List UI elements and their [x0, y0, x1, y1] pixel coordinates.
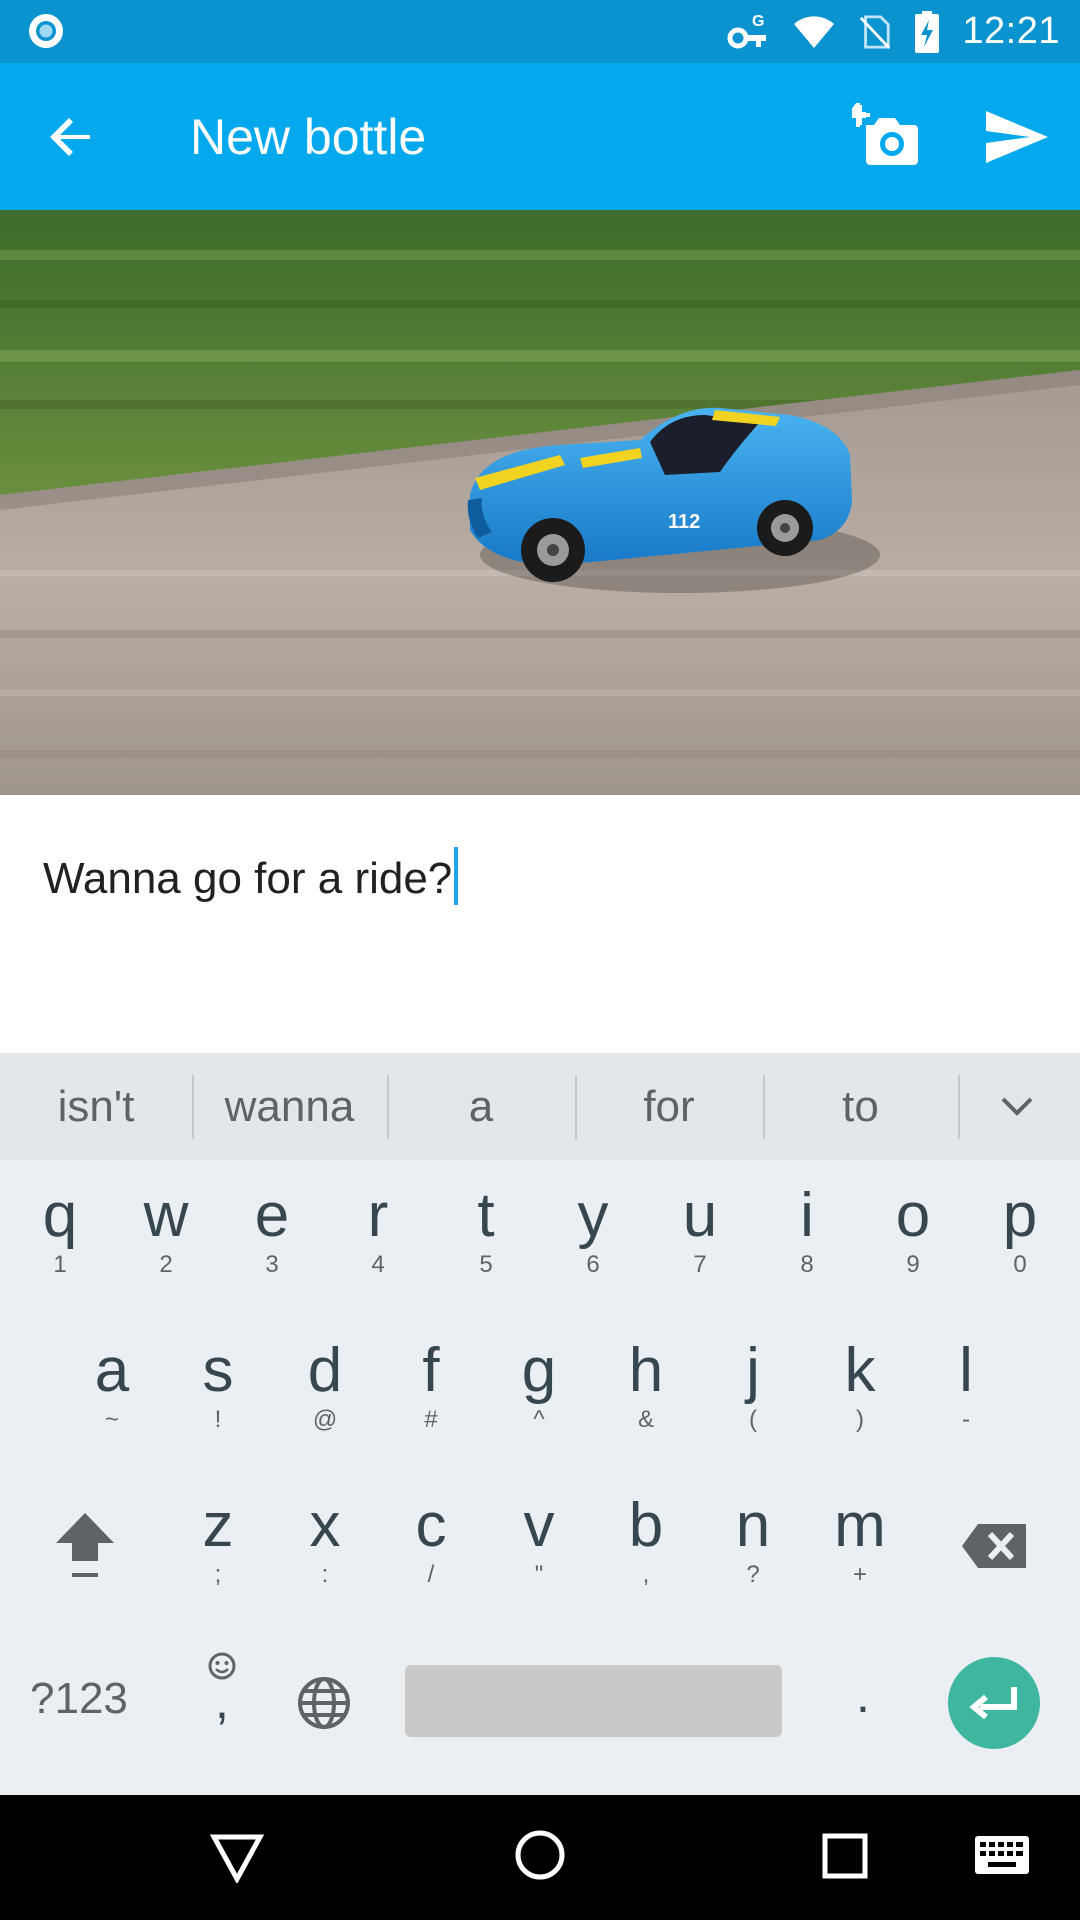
symbols-key[interactable]: ?123	[30, 1671, 128, 1727]
key-a[interactable]: a ~	[72, 1338, 152, 1434]
language-key[interactable]	[296, 1675, 352, 1731]
svg-text:G: G	[752, 13, 764, 30]
app-bar: New bottle	[0, 63, 1080, 210]
key-o[interactable]: o9	[873, 1183, 953, 1279]
comma-emoji-key[interactable]: ,	[200, 1651, 244, 1741]
key-x[interactable]: x:	[285, 1493, 365, 1589]
key-r[interactable]: r4	[338, 1183, 418, 1279]
key-i[interactable]: i8	[767, 1183, 847, 1279]
shift-icon	[56, 1513, 114, 1577]
battery-charging-icon	[915, 10, 940, 53]
soft-keyboard: isn't wanna a for to q1 w2 e3 r4 t5 y6 u…	[0, 1053, 1080, 1795]
key-p[interactable]: p0	[980, 1183, 1060, 1279]
message-text: Wanna go for a ride?	[43, 854, 453, 903]
key-j[interactable]: j(	[713, 1338, 793, 1434]
recents-square-icon[interactable]	[822, 1833, 868, 1879]
text-caret	[454, 847, 459, 905]
status-bar: G 12:21	[0, 0, 1080, 63]
suggestion-3[interactable]: a	[387, 1053, 575, 1160]
globe-icon	[298, 1677, 350, 1729]
key-q[interactable]: q1	[20, 1183, 100, 1279]
key-t[interactable]: t5	[446, 1183, 526, 1279]
add-a-photo-icon[interactable]	[852, 103, 922, 167]
period-key[interactable]: .	[848, 1665, 878, 1725]
key-z[interactable]: z;	[178, 1493, 258, 1589]
enter-arrow-icon	[969, 1687, 1017, 1720]
backspace-icon	[962, 1524, 1026, 1568]
back-triangle-icon[interactable]	[210, 1833, 264, 1883]
key-d[interactable]: d @	[285, 1338, 365, 1434]
page-title: New bottle	[190, 109, 427, 165]
key-s[interactable]: s!	[178, 1338, 258, 1434]
suggestion-5[interactable]: to	[763, 1053, 958, 1160]
key-u[interactable]: u7	[660, 1183, 740, 1279]
key-l[interactable]: l-	[926, 1338, 1006, 1434]
keyboard-icon[interactable]	[974, 1835, 1030, 1875]
arrow-back-icon[interactable]	[40, 105, 104, 169]
home-circle-icon[interactable]	[514, 1829, 566, 1881]
key-c[interactable]: c /	[391, 1493, 471, 1589]
key-b[interactable]: b,	[606, 1493, 686, 1589]
toy-car-photo: 112	[0, 210, 1080, 795]
wifi-icon	[794, 15, 835, 48]
clock: 12:21	[962, 10, 1060, 52]
no-sim-icon	[860, 14, 891, 49]
chrome-notification-icon	[29, 14, 63, 48]
key-m[interactable]: m +	[820, 1493, 900, 1589]
key-v[interactable]: v "	[499, 1493, 579, 1589]
message-input[interactable]: Wanna go for a ride?	[0, 795, 1080, 1053]
attached-photo[interactable]: 112	[0, 210, 1080, 795]
expand-suggestions-button[interactable]	[958, 1053, 1076, 1160]
enter-button[interactable]	[948, 1657, 1040, 1749]
key-n[interactable]: n?	[713, 1493, 793, 1589]
suggestion-1[interactable]: isn't	[0, 1053, 192, 1160]
key-k[interactable]: k)	[820, 1338, 900, 1434]
key-g[interactable]: g ^	[499, 1338, 579, 1434]
vpn-key-icon: G	[727, 13, 767, 48]
key-w[interactable]: w2	[126, 1183, 206, 1279]
key-h[interactable]: h &	[606, 1338, 686, 1434]
chevron-down-icon	[1001, 1097, 1033, 1116]
suggestion-2[interactable]: wanna	[192, 1053, 387, 1160]
key-e[interactable]: e3	[232, 1183, 312, 1279]
key-y[interactable]: y6	[553, 1183, 633, 1279]
suggestion-strip: isn't wanna a for to	[0, 1053, 1080, 1160]
suggestion-4[interactable]: for	[575, 1053, 763, 1160]
send-icon[interactable]	[984, 109, 1050, 165]
app-screen: G 12:21 New bottle 112 Wanna go for a ri…	[0, 0, 1080, 1920]
car-number: 112	[668, 511, 700, 533]
key-f[interactable]: f #	[391, 1338, 471, 1434]
comma-label: ,	[215, 1673, 229, 1729]
shift-key[interactable]	[50, 1507, 120, 1587]
backspace-key[interactable]	[960, 1521, 1030, 1571]
navigation-bar	[0, 1795, 1080, 1920]
spacebar[interactable]	[405, 1665, 782, 1737]
